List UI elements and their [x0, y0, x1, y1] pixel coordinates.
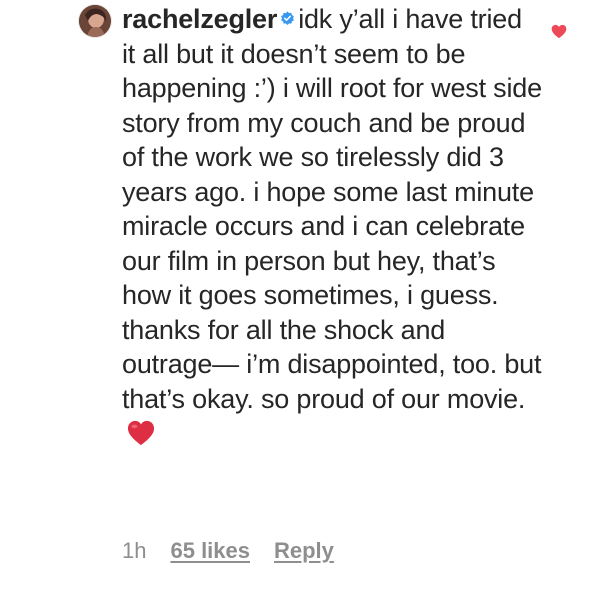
username[interactable]: rachelzegler	[122, 4, 277, 34]
comment: rachelzegler idk y’all i have tried it al…	[0, 0, 600, 600]
comment-time: 1h	[122, 538, 147, 563]
avatar-image	[79, 5, 111, 37]
comment-meta: 1h 65 likes Reply	[122, 538, 334, 564]
avatar[interactable]	[79, 5, 111, 37]
comment-text: idk y’all i have tried it all but it doe…	[122, 4, 542, 414]
comment-body: rachelzegler idk y’all i have tried it al…	[122, 2, 542, 451]
red-heart-emoji-icon	[127, 420, 155, 446]
reply-link[interactable]: Reply	[274, 538, 334, 564]
likes-count-link[interactable]: 65 likes	[170, 538, 250, 564]
heart-icon[interactable]	[551, 24, 567, 39]
verified-badge-icon	[281, 11, 295, 25]
